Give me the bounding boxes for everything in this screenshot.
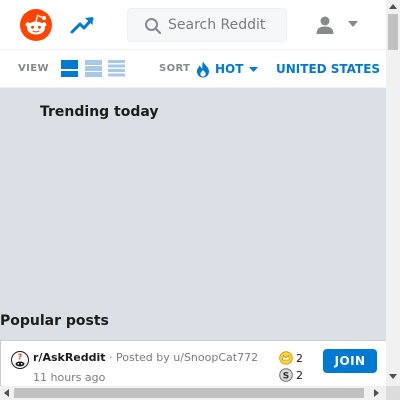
popular-posts-heading: Popular posts [0,313,109,329]
trending-today-heading: Trending today [40,104,159,120]
silver-award-icon: S [279,368,293,382]
card-view-button[interactable] [61,60,78,77]
silver-award[interactable]: S 2 [279,368,307,382]
search-input[interactable] [168,15,280,35]
scroll-down-arrow-icon[interactable] [389,374,397,379]
horizontal-scroll-thumb[interactable] [14,388,364,398]
gold-award[interactable]: 2 [279,351,307,365]
compact-view-icon [108,60,125,77]
post-card[interactable]: ? r/AskReddit · Posted by u/SnoopCat772 … [0,340,386,390]
gold-award-count: 2 [296,351,303,365]
sort-value: HOT [215,62,244,76]
posted-by-text[interactable]: · Posted by u/SnoopCat772 [109,351,258,364]
scrollbar-corner [386,386,400,400]
sort-dropdown[interactable]: HOT [196,58,259,80]
horizontal-scrollbar[interactable] [0,386,386,400]
classic-view-icon [85,60,102,77]
search-icon [145,18,161,34]
feed-toolbar: VIEW SORT HOT UNITED STATES [0,50,396,88]
askreddit-subreddit-icon[interactable]: ? [11,351,29,369]
view-label: VIEW [18,63,49,74]
compact-view-button[interactable] [108,60,125,77]
region-dropdown[interactable]: UNITED STATES [276,58,396,80]
trending-up-icon[interactable] [70,14,96,36]
scroll-left-arrow-icon[interactable] [4,389,9,397]
gold-award-icon [279,351,293,365]
chevron-down-icon [348,21,358,27]
user-icon [316,16,334,34]
search-box[interactable] [127,8,287,42]
user-menu-button[interactable] [310,12,362,38]
vertical-scroll-thumb[interactable] [388,14,398,50]
vertical-scrollbar[interactable] [386,0,400,386]
sort-label: SORT [159,63,191,74]
post-timestamp[interactable]: 11 hours ago [33,371,105,384]
svg-text:?: ? [18,353,23,362]
svg-text:S: S [283,372,289,382]
join-button[interactable]: JOIN [323,349,377,373]
subreddit-link[interactable]: r/AskReddit [33,351,106,364]
flame-icon [197,61,209,77]
silver-award-count: 2 [296,368,303,382]
post-meta: r/AskReddit · Posted by u/SnoopCat772 [33,351,258,364]
reddit-logo-icon[interactable] [20,9,52,41]
classic-view-button[interactable] [85,60,102,77]
region-value: UNITED STATES [276,62,381,76]
scroll-up-arrow-icon[interactable] [389,4,397,9]
top-navbar [0,0,386,50]
chevron-down-icon [249,66,259,72]
scroll-right-arrow-icon[interactable] [374,389,379,397]
card-view-icon [61,60,78,77]
